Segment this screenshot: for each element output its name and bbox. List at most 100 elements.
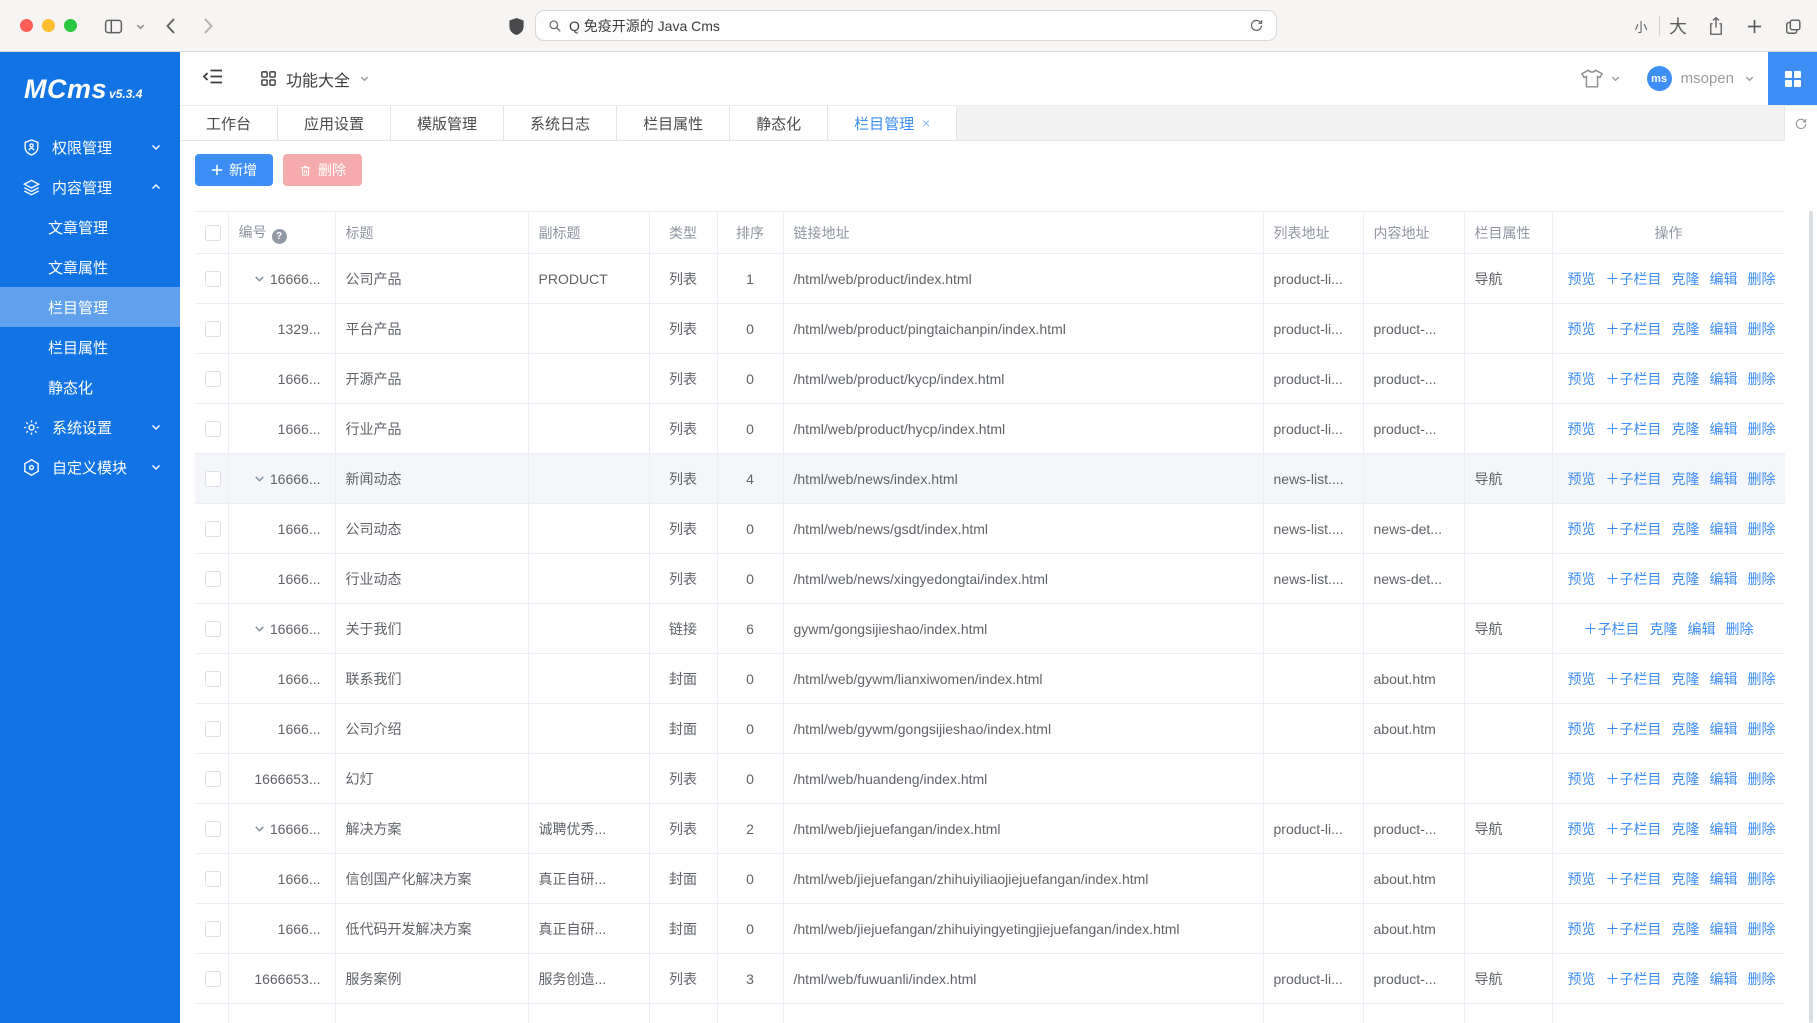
refresh-tab-icon[interactable] [1784, 106, 1817, 141]
row-checkbox[interactable] [205, 671, 221, 687]
op-link-3[interactable]: 编辑 [1710, 321, 1738, 337]
row-checkbox[interactable] [205, 571, 221, 587]
op-link-1[interactable]: ＋子栏目 [1606, 571, 1662, 587]
help-icon[interactable]: ? [272, 229, 287, 244]
op-link-4[interactable]: 删除 [1748, 471, 1776, 487]
op-link-3[interactable]: 编辑 [1710, 821, 1738, 837]
op-link-2[interactable]: 克隆 [1672, 721, 1700, 737]
tab-close-icon[interactable]: × [922, 115, 930, 131]
op-link-2[interactable]: 克隆 [1672, 821, 1700, 837]
select-all-checkbox[interactable] [205, 225, 221, 241]
op-link-0[interactable]: ＋子栏目 [1584, 621, 1640, 637]
sidebar-item-5[interactable]: 栏目属性 [0, 327, 180, 367]
op-link-0[interactable]: 预览 [1568, 471, 1596, 487]
row-checkbox[interactable] [205, 271, 221, 287]
op-link-4[interactable]: 删除 [1748, 721, 1776, 737]
back-button-icon[interactable] [158, 0, 182, 52]
op-link-0[interactable]: 预览 [1568, 321, 1596, 337]
op-link-3[interactable]: 删除 [1726, 621, 1754, 637]
op-link-3[interactable]: 编辑 [1710, 671, 1738, 687]
op-link-1[interactable]: ＋子栏目 [1606, 871, 1662, 887]
expand-row-icon[interactable] [253, 822, 266, 835]
op-link-2[interactable]: 克隆 [1672, 321, 1700, 337]
op-link-3[interactable]: 编辑 [1710, 771, 1738, 787]
row-checkbox[interactable] [205, 971, 221, 987]
op-link-4[interactable]: 删除 [1748, 271, 1776, 287]
op-link-1[interactable]: ＋子栏目 [1606, 921, 1662, 937]
window-close-button[interactable] [20, 19, 33, 32]
op-link-4[interactable]: 删除 [1748, 821, 1776, 837]
op-link-3[interactable]: 编辑 [1710, 971, 1738, 987]
delete-button[interactable]: 删除 [283, 154, 362, 186]
op-link-0[interactable]: 预览 [1568, 971, 1596, 987]
op-link-3[interactable]: 编辑 [1710, 471, 1738, 487]
op-link-4[interactable]: 删除 [1748, 571, 1776, 587]
op-link-0[interactable]: 预览 [1568, 371, 1596, 387]
op-link-1[interactable]: ＋子栏目 [1606, 771, 1662, 787]
op-link-1[interactable]: ＋子栏目 [1606, 721, 1662, 737]
text-larger-button[interactable]: 大 [1666, 0, 1690, 52]
op-link-3[interactable]: 编辑 [1710, 521, 1738, 537]
tab-overview-icon[interactable] [1778, 0, 1808, 52]
sidebar-item-0[interactable]: 权限管理 [0, 127, 180, 167]
reload-icon[interactable] [1249, 18, 1264, 33]
op-link-0[interactable]: 预览 [1568, 571, 1596, 587]
sidebar-chevron-icon[interactable] [132, 0, 148, 52]
op-link-0[interactable]: 预览 [1568, 271, 1596, 287]
row-checkbox[interactable] [205, 371, 221, 387]
op-link-4[interactable]: 删除 [1748, 971, 1776, 987]
op-link-2[interactable]: 克隆 [1672, 671, 1700, 687]
row-checkbox[interactable] [205, 471, 221, 487]
op-link-2[interactable]: 克隆 [1672, 371, 1700, 387]
row-checkbox[interactable] [205, 321, 221, 337]
tab-1[interactable]: 应用设置 [278, 106, 391, 140]
op-link-2[interactable]: 克隆 [1672, 421, 1700, 437]
address-bar[interactable]: Q 免疫开源的 Java Cms [535, 10, 1277, 41]
op-link-0[interactable]: 预览 [1568, 671, 1596, 687]
row-checkbox[interactable] [205, 621, 221, 637]
op-link-2[interactable]: 克隆 [1672, 521, 1700, 537]
op-link-1[interactable]: ＋子栏目 [1606, 271, 1662, 287]
op-link-2[interactable]: 克隆 [1672, 771, 1700, 787]
op-link-1[interactable]: ＋子栏目 [1606, 471, 1662, 487]
op-link-1[interactable]: ＋子栏目 [1606, 521, 1662, 537]
row-checkbox[interactable] [205, 721, 221, 737]
row-checkbox[interactable] [205, 821, 221, 837]
op-link-1[interactable]: ＋子栏目 [1606, 321, 1662, 337]
row-checkbox[interactable] [205, 521, 221, 537]
row-checkbox[interactable] [205, 921, 221, 937]
tab-3[interactable]: 系统日志 [504, 106, 617, 140]
text-smaller-button[interactable]: 小 [1630, 0, 1652, 52]
window-zoom-button[interactable] [64, 19, 77, 32]
op-link-2[interactable]: 克隆 [1672, 271, 1700, 287]
op-link-4[interactable]: 删除 [1748, 421, 1776, 437]
browser-sidebar-toggle-icon[interactable] [98, 0, 128, 52]
op-link-1[interactable]: ＋子栏目 [1606, 821, 1662, 837]
sidebar-item-1[interactable]: 内容管理 [0, 167, 180, 207]
tab-2[interactable]: 模版管理 [391, 106, 504, 140]
forward-button-icon[interactable] [196, 0, 220, 52]
op-link-1[interactable]: ＋子栏目 [1606, 671, 1662, 687]
theme-icon[interactable] [1580, 68, 1604, 89]
feature-menu-trigger[interactable]: 功能大全 [260, 52, 370, 105]
op-link-2[interactable]: 编辑 [1688, 621, 1716, 637]
op-link-3[interactable]: 编辑 [1710, 871, 1738, 887]
row-checkbox[interactable] [205, 871, 221, 887]
expand-row-icon[interactable] [253, 272, 266, 285]
op-link-2[interactable]: 克隆 [1672, 971, 1700, 987]
table-scrollbar[interactable] [1809, 211, 1813, 1023]
theme-chevron-icon[interactable] [1610, 73, 1621, 84]
row-checkbox[interactable] [205, 771, 221, 787]
sidebar-item-8[interactable]: 自定义模块 [0, 447, 180, 487]
op-link-4[interactable]: 删除 [1748, 521, 1776, 537]
op-link-0[interactable]: 预览 [1568, 421, 1596, 437]
tab-6[interactable]: 栏目管理× [828, 106, 957, 140]
op-link-1[interactable]: ＋子栏目 [1606, 421, 1662, 437]
op-link-1[interactable]: 克隆 [1650, 621, 1678, 637]
op-link-3[interactable]: 编辑 [1710, 921, 1738, 937]
privacy-shield-icon[interactable] [503, 0, 529, 52]
op-link-0[interactable]: 预览 [1568, 771, 1596, 787]
op-link-2[interactable]: 克隆 [1672, 471, 1700, 487]
collapse-sidebar-icon[interactable] [202, 67, 224, 91]
op-link-0[interactable]: 预览 [1568, 721, 1596, 737]
